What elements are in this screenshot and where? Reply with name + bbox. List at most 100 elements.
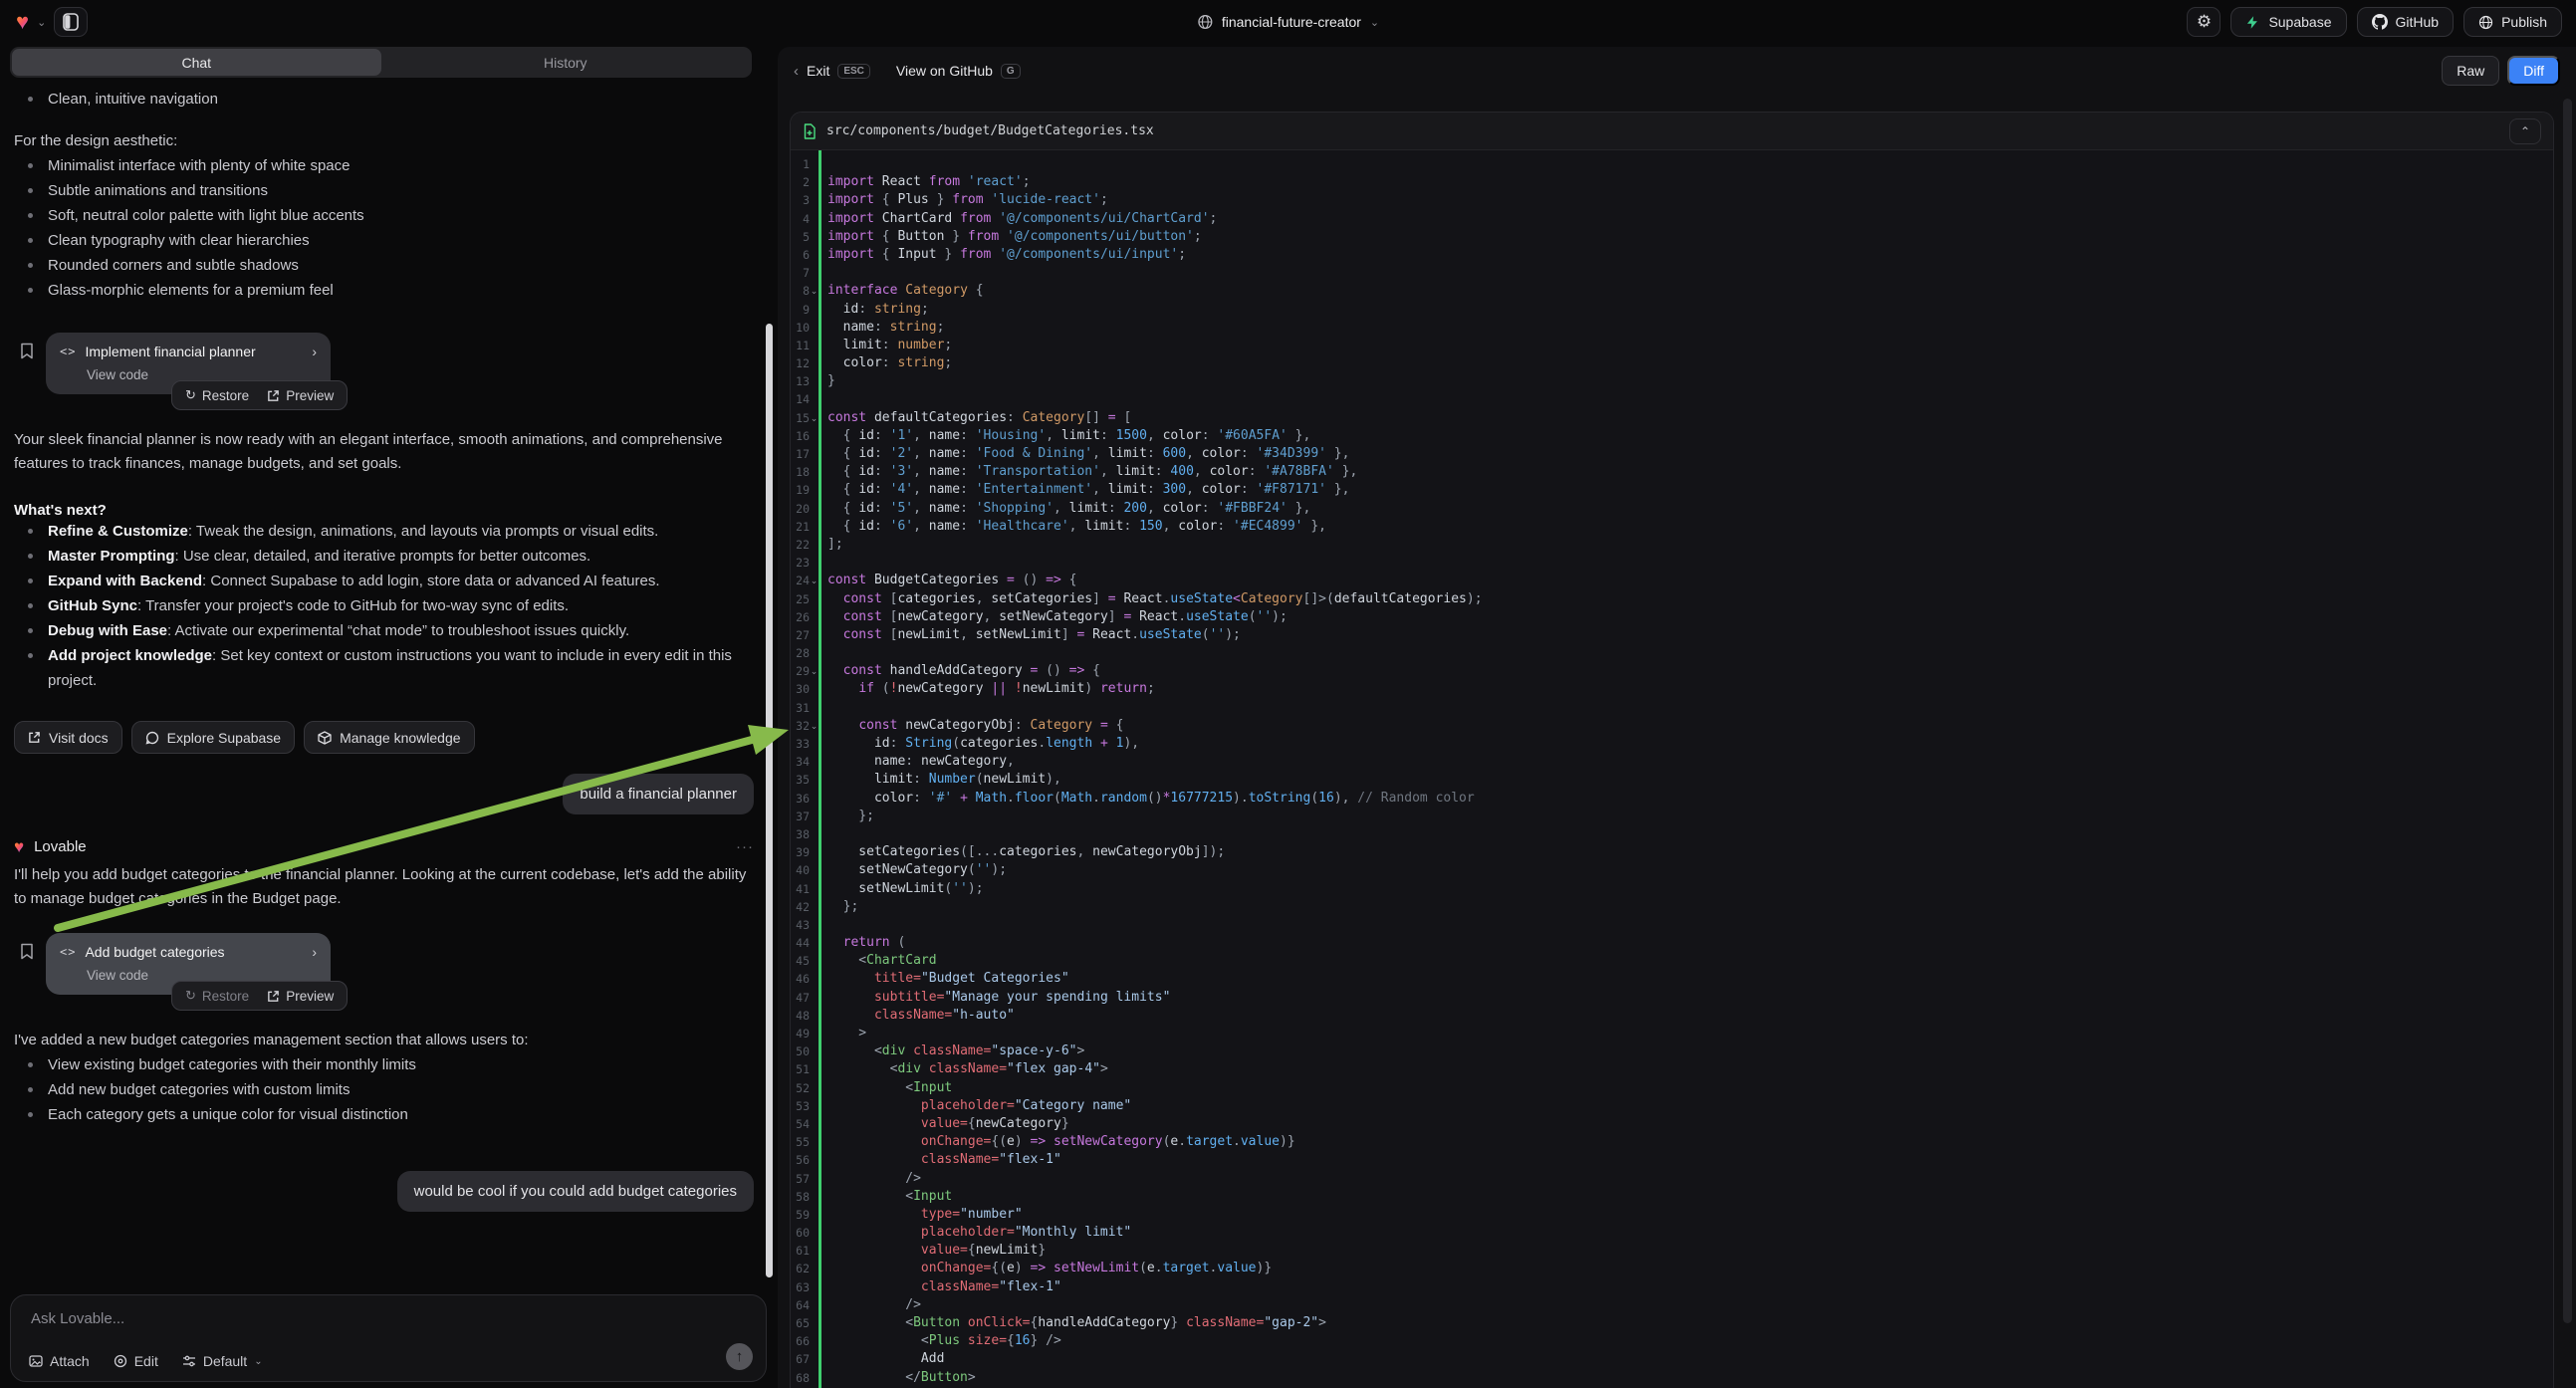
tab-chat[interactable]: Chat: [12, 49, 381, 76]
fold-chevron-icon[interactable]: ⌄: [810, 282, 819, 300]
fold-spacer: [810, 264, 819, 282]
restore-button[interactable]: ↻ Restore: [185, 387, 249, 403]
chevron-right-icon[interactable]: ›: [312, 944, 317, 960]
code-line: 29⌄ const handleAddCategory = () => {: [791, 662, 2553, 680]
logo-chevron-down-icon[interactable]: ⌄: [37, 16, 46, 29]
fold-spacer: [810, 644, 819, 662]
list-item: Add project knowledge: Set key context o…: [34, 643, 754, 693]
bookmark-icon[interactable]: [20, 343, 34, 359]
fold-spacer: [810, 536, 819, 554]
list-item: Rounded corners and subtle shadows: [34, 253, 754, 278]
code-line: 66 <Plus size={16} />: [791, 1332, 2553, 1350]
explore-supabase-label: Explore Supabase: [167, 730, 281, 746]
publish-label: Publish: [2501, 14, 2547, 30]
version-card-implement-financial-planner[interactable]: <> Implement financial planner › View co…: [46, 333, 331, 394]
collapse-file-button[interactable]: ⌃: [2509, 118, 2541, 144]
code-line: 62 onChange={(e) => setNewLimit(e.target…: [791, 1260, 2553, 1277]
code-line: 11 limit: number;: [791, 337, 2553, 354]
publish-button[interactable]: Publish: [2463, 7, 2562, 37]
list-item: Refine & Customize: Tweak the design, an…: [34, 519, 754, 544]
toggle-sidebar-button[interactable]: [54, 7, 88, 37]
fold-spacer: [810, 1260, 819, 1277]
chat-scrollbar-thumb[interactable]: [766, 324, 773, 1277]
scrollback-list: Clean, intuitive navigation: [14, 87, 754, 112]
fold-spacer: [810, 301, 819, 319]
code-line: 33 id: String(categories.length + 1),: [791, 735, 2553, 753]
edit-button[interactable]: Edit: [114, 1353, 158, 1369]
raw-button[interactable]: Raw: [2442, 56, 2499, 86]
fold-spacer: [810, 771, 819, 789]
visit-docs-button[interactable]: Visit docs: [14, 721, 122, 754]
code-line: 61 value={newLimit}: [791, 1242, 2553, 1260]
code-line: 16 { id: '1', name: 'Housing', limit: 15…: [791, 427, 2553, 445]
code-line: 3import { Plus } from 'lucide-react';: [791, 191, 2553, 209]
list-item: Clean typography with clear hierarchies: [34, 228, 754, 253]
restore-button[interactable]: ↻ Restore: [185, 988, 249, 1004]
code-line: 43: [791, 916, 2553, 934]
code-scrollbar-thumb[interactable]: [2563, 99, 2572, 1323]
fold-chevron-icon[interactable]: ⌄: [810, 662, 819, 680]
restore-label: Restore: [202, 989, 249, 1004]
supabase-button[interactable]: Supabase: [2230, 7, 2346, 37]
chevron-right-icon[interactable]: ›: [312, 344, 317, 359]
message-menu-button[interactable]: ···: [736, 838, 754, 855]
code-line: 36 color: '#' + Math.floor(Math.random()…: [791, 790, 2553, 808]
whats-next-list: Refine & Customize: Tweak the design, an…: [14, 519, 754, 693]
code-line: 18 { id: '3', name: 'Transportation', li…: [791, 463, 2553, 481]
diff-file-card: src/components/budget/BudgetCategories.t…: [790, 112, 2554, 1388]
fold-chevron-icon[interactable]: ⌄: [810, 572, 819, 589]
manage-knowledge-button[interactable]: Manage knowledge: [304, 721, 474, 754]
fold-spacer: [810, 463, 819, 481]
fold-spacer: [810, 699, 819, 717]
code-line: 47 subtitle="Manage your spending limits…: [791, 989, 2553, 1007]
fold-spacer: [810, 1079, 819, 1097]
send-button[interactable]: ↑: [726, 1343, 753, 1370]
github-button[interactable]: GitHub: [2357, 7, 2455, 37]
code-line: 25 const [categories, setCategories] = R…: [791, 590, 2553, 608]
fold-spacer: [810, 173, 819, 191]
fold-chevron-icon[interactable]: ⌄: [810, 409, 819, 427]
fold-spacer: [810, 970, 819, 988]
preview-button[interactable]: Preview: [267, 989, 334, 1004]
project-selector[interactable]: financial-future-creator ⌄: [1197, 14, 1379, 30]
chat-tabbar: Chat History: [10, 47, 752, 78]
fold-spacer: [810, 500, 819, 518]
code-line: 45 <ChartCard: [791, 952, 2553, 970]
bookmark-icon[interactable]: [20, 943, 34, 960]
supabase-label: Supabase: [2268, 14, 2331, 30]
code-icon: <>: [60, 345, 76, 358]
mode-select[interactable]: Default ⌄: [182, 1353, 263, 1369]
version-card-row-2: <> Add budget categories › View code ↻ R…: [20, 933, 754, 995]
tab-history[interactable]: History: [381, 49, 751, 76]
exit-button[interactable]: ‹ Exit esc: [794, 63, 870, 80]
fold-spacer: [810, 445, 819, 463]
list-item: Each category gets a unique color for vi…: [34, 1102, 754, 1127]
list-item: Glass-morphic elements for a premium fee…: [34, 278, 754, 303]
version-card-add-budget-categories[interactable]: <> Add budget categories › View code ↻ R…: [46, 933, 331, 995]
attach-button[interactable]: Attach: [29, 1353, 90, 1369]
settings-button[interactable]: ⚙: [2187, 7, 2221, 37]
fold-spacer: [810, 1224, 819, 1242]
explore-supabase-button[interactable]: Explore Supabase: [131, 721, 295, 754]
view-on-github-button[interactable]: View on GitHub G: [896, 63, 1021, 79]
fold-spacer: [810, 1332, 819, 1350]
fold-spacer: [810, 191, 819, 209]
code-line: 39 setCategories([...categories, newCate…: [791, 843, 2553, 861]
preview-button[interactable]: Preview: [267, 388, 334, 403]
fold-spacer: [810, 1042, 819, 1060]
chat-bubble-icon: [145, 731, 159, 745]
diff-button[interactable]: Diff: [2507, 56, 2560, 86]
assistant-name: Lovable: [34, 838, 87, 855]
publish-globe-icon: [2478, 15, 2493, 30]
fold-chevron-icon[interactable]: ⌄: [810, 717, 819, 735]
fold-spacer: [810, 228, 819, 246]
lovable-logo-heart-icon[interactable]: ♥: [16, 11, 29, 33]
lovable-avatar-heart-icon: ♥: [14, 838, 24, 855]
code-line: 57 />: [791, 1170, 2553, 1188]
list-item-title: GitHub Sync: [48, 597, 137, 614]
fold-spacer: [810, 210, 819, 228]
fold-spacer: [810, 952, 819, 970]
fold-spacer: [810, 1060, 819, 1078]
file-path-bar[interactable]: src/components/budget/BudgetCategories.t…: [791, 113, 2553, 150]
ask-lovable-input[interactable]: [29, 1309, 604, 1328]
